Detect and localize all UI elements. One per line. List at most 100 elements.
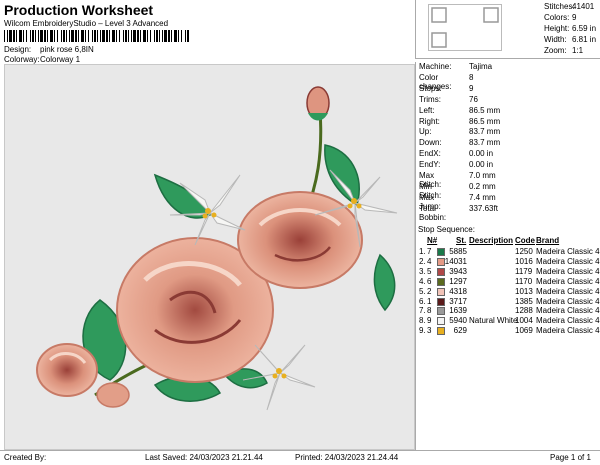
stitch-count: 4318 [449,286,467,296]
needle-number: 8 [427,306,432,316]
table-row: 7. 8 1639 1288 Madeira Classic 40 [417,306,600,316]
table-row: 2. 4 14031 1016 Madeira Classic 40 [417,257,600,267]
stitch-count: 1297 [449,276,467,286]
info-label: Total Bobbin: [419,203,447,222]
stitch-count: 3717 [449,296,467,306]
info-label: Left: [419,105,435,115]
barcode-icon [4,30,189,42]
design-value: pink rose 6,8IN [40,45,94,54]
color-swatch [437,277,445,286]
zoom-value: 1:1 [572,46,584,55]
stitches-value: 41401 [572,2,595,11]
col-header-n: N# [427,236,438,245]
footer: Created By: Last Saved: 24/03/2023 21.21… [0,450,600,465]
info-value: 83.7 mm [469,138,501,148]
color-swatch [437,317,445,326]
stitch-count: 1639 [449,306,467,316]
info-label: Trims: [419,94,441,104]
width-label: Width: [544,35,567,44]
thread-code: 1004 [515,316,533,326]
thread-brand: Madeira Classic 40 [536,266,600,276]
info-value: 83.7 mm [469,127,501,137]
col-header-description: Description [469,236,514,245]
needle-number: 4 [427,256,432,266]
thread-brand: Madeira Classic 40 [536,316,600,326]
info-value: 86.5 mm [469,105,501,115]
qr-code-icon [428,4,502,51]
info-label: Stops: [419,83,442,93]
stop-number: 7. [419,306,426,316]
needle-number: 3 [427,326,432,336]
table-row: 6. 1 3717 1385 Madeira Classic 40 [417,297,600,307]
table-row: 4. 6 1297 1170 Madeira Classic 40 [417,277,600,287]
thread-description: Natural White [469,316,518,326]
thread-brand: Madeira Classic 40 [536,326,600,336]
thread-brand: Madeira Classic 40 [536,296,600,306]
stitches-label: Stitches: [544,2,575,11]
color-swatch [437,248,445,256]
stop-number: 5. [419,286,426,296]
created-by: Created By: [4,453,47,462]
stop-number: 6. [419,296,426,306]
stop-number: 4. [419,276,426,286]
thread-code: 1250 [515,247,533,256]
info-value: 0.2 mm [469,181,496,191]
stitch-count: 3943 [449,266,467,276]
info-value: 76 [469,94,478,104]
stop-number: 2. [419,256,426,266]
design-preview [4,64,415,450]
info-label: EndX: [419,149,441,159]
col-header-st: St. [456,236,467,245]
thread-code: 1013 [515,286,533,296]
stop-number: 9. [419,326,426,336]
color-swatch [437,297,445,306]
color-swatch [437,327,445,336]
page-number: Page 1 of 1 [550,453,591,462]
info-value: 9 [469,83,474,93]
thread-code: 1288 [515,306,533,316]
color-swatch [437,287,445,296]
height-label: Height: [544,24,570,33]
color-swatch [437,307,445,316]
info-value: 86.5 mm [469,116,501,126]
info-label: Machine: [419,62,452,71]
info-label: EndY: [419,160,441,170]
info-value: 337.63ft [469,203,498,213]
info-label: Up: [419,127,432,137]
colors-value: 9 [572,13,577,22]
needle-number: 7 [427,247,432,256]
thread-brand: Madeira Classic 40 [536,256,600,266]
stop-number: 1. [419,247,426,256]
rose-embroidery-image [36,86,398,411]
colorway-value: Colorway 1 [40,55,81,64]
info-value: 0.00 in [469,160,494,170]
needle-number: 1 [427,296,432,306]
height-value: 6.59 in [572,24,597,33]
stop-number: 8. [419,316,426,326]
needle-number: 6 [427,276,432,286]
software-subtitle: Wilcom EmbroideryStudio – Level 3 Advanc… [4,19,169,28]
colors-label: Colors: [544,13,570,22]
design-label: Design: [4,45,32,54]
table-row: 8. 9 5940 Natural White 1004 Madeira Classic … [417,316,600,326]
thread-code: 1179 [515,266,533,276]
colorway-label: Colorway: [4,55,40,64]
last-saved: Last Saved: 24/03/2023 21.21.44 [145,453,263,462]
info-value: 0.00 in [469,149,494,159]
table-row: 1. 7 5885 1250 Madeira Classic 40 [417,247,600,257]
needle-number: 2 [427,286,432,296]
thread-code: 1069 [515,326,533,336]
printed-date: Printed: 24/03/2023 21.24.44 [295,453,399,462]
thread-code: 1170 [515,276,533,286]
needle-number: 5 [427,266,432,276]
thread-brand: Madeira Classic 40 [536,276,600,286]
color-swatch [437,267,445,276]
table-row: 3. 5 3943 1179 Madeira Classic 40 [417,267,600,277]
width-value: 6.81 in [572,35,597,44]
info-value: 7.4 mm [469,192,496,202]
col-header-code: Code [515,236,535,245]
info-value: 8 [469,72,474,82]
thread-code: 1016 [515,256,533,266]
thread-brand: Madeira Classic 40 [536,286,600,296]
thread-brand: Madeira Classic 40 [536,247,600,256]
